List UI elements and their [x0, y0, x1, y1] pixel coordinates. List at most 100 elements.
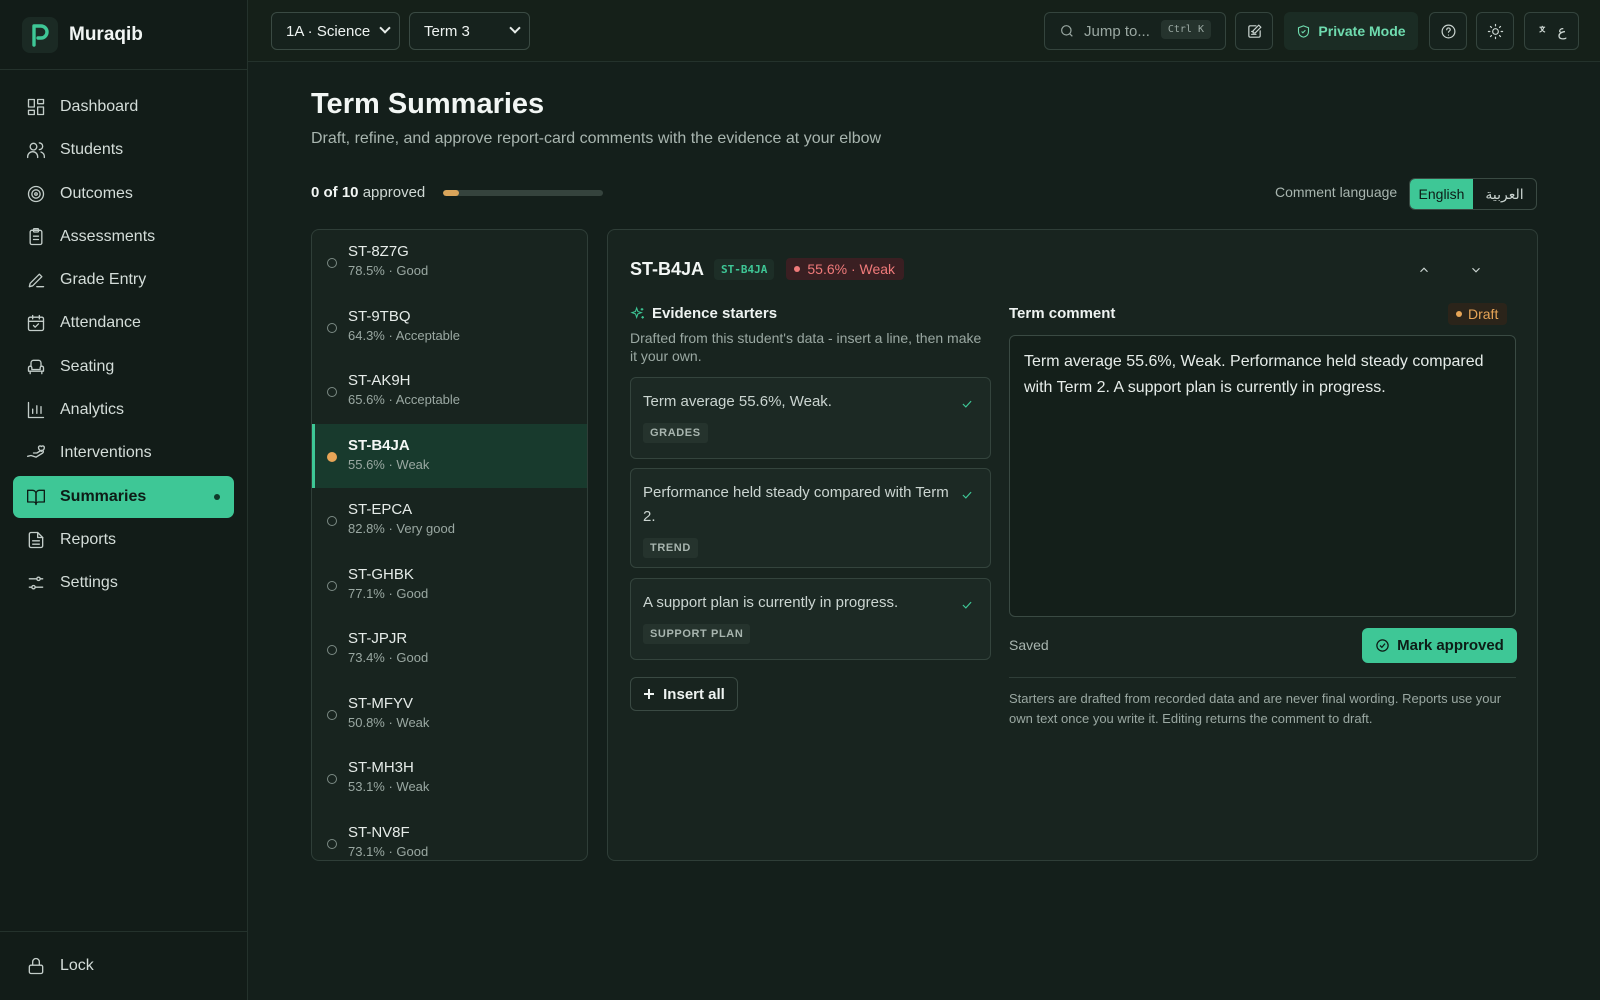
sidebar-item-label: Students: [60, 141, 124, 159]
evidence-starter-card[interactable]: Term average 55.6%, Weak. GRADES: [630, 377, 991, 459]
sidebar-item-label: Outcomes: [60, 184, 133, 202]
student-list-item[interactable]: ST-MFYV 50.8% · Weak: [312, 682, 587, 747]
student-list-item[interactable]: ST-MH3H 53.1% · Weak: [312, 746, 587, 811]
lock-label: Lock: [60, 957, 94, 974]
sidebar-item-label: Grade Entry: [60, 271, 147, 289]
sliders-icon: [28, 576, 44, 590]
check-icon[interactable]: [960, 397, 974, 411]
disclaimer-note: Starters are drafted from recorded data …: [1009, 691, 1502, 726]
sidebar: Muraqib Dashboard Students Outcomes Asse…: [0, 0, 248, 1000]
evidence-starters-heading: Evidence starters: [630, 305, 777, 322]
sidebar-item-seating[interactable]: Seating: [13, 346, 234, 388]
chevron-down-icon: [1472, 267, 1480, 273]
private-mode-toggle[interactable]: Private Mode: [1284, 12, 1418, 50]
student-list-item[interactable]: ST-8Z7G 78.5% · Good: [312, 230, 587, 295]
lock-button[interactable]: Lock: [0, 931, 248, 1000]
evidence-starter-card[interactable]: A support plan is currently in progress.…: [630, 578, 991, 660]
page-subtitle: Draft, refine, and approve report-card c…: [311, 130, 882, 147]
users-icon: [27, 142, 45, 159]
term-select[interactable]: Term 3: [409, 12, 530, 50]
sidebar-item-attendance[interactable]: Attendance: [13, 302, 234, 344]
status-indicator: [327, 451, 337, 462]
sidebar-item-label: Assessments: [60, 227, 156, 245]
sidebar-item-settings[interactable]: Settings: [13, 562, 234, 604]
pen-icon: [28, 273, 45, 288]
sidebar-item-label: Settings: [60, 574, 118, 592]
previous-student-button[interactable]: [1409, 255, 1439, 285]
status-dot: [794, 266, 801, 272]
language-option-arabic[interactable]: العربية: [1473, 179, 1536, 209]
grade-badge: 55.6% · Weak: [786, 258, 905, 280]
hand-heart-icon: [27, 445, 45, 459]
student-score: 78.5% · Good: [348, 263, 429, 278]
language-toggle-button[interactable]: ع: [1524, 12, 1579, 50]
status-indicator: [327, 838, 337, 849]
student-list-item[interactable]: ST-GHBK 77.1% · Good: [312, 553, 587, 618]
sidebar-item-label: Dashboard: [60, 98, 139, 115]
term-comment-heading: Term comment: [1009, 305, 1116, 322]
sidebar-item-interventions[interactable]: Interventions: [13, 432, 234, 474]
app-logo[interactable]: [22, 16, 58, 53]
check-circle-icon: [1376, 639, 1389, 652]
sidebar-item-grade-entry[interactable]: Grade Entry: [13, 259, 234, 301]
status-indicator: [327, 645, 337, 655]
student-id: ST-AK9H: [348, 372, 411, 389]
next-student-button[interactable]: [1461, 255, 1491, 285]
evidence-starter-card[interactable]: Performance held steady compared with Te…: [630, 468, 991, 568]
evidence-subtitle: Drafted from this student's data - inser…: [630, 330, 982, 364]
comment-language-switch: English العربية: [1409, 178, 1537, 210]
sidebar-item-reports[interactable]: Reports: [13, 519, 234, 561]
student-list-item[interactable]: ST-NV8F 73.1% · Good: [312, 811, 587, 861]
check-icon[interactable]: [960, 488, 974, 502]
main-content: Term Summaries Draft, refine, and approv…: [248, 62, 1600, 1000]
mark-approved-label: Mark approved: [1397, 637, 1504, 654]
clipboard-icon: [29, 227, 43, 246]
student-score: 64.3% · Acceptable: [348, 327, 461, 343]
term-select-value: Term 3: [424, 22, 470, 40]
note-edit-icon: [1247, 24, 1261, 38]
student-score: 65.6% · Acceptable: [348, 392, 461, 407]
chevron-up-icon: [1420, 267, 1428, 273]
page-title: Term Summaries: [311, 88, 545, 120]
student-id: ST-JPJR: [348, 630, 408, 647]
lock-icon: [28, 957, 44, 975]
language-option-english[interactable]: English: [1410, 179, 1473, 209]
chevron-down-icon: [509, 22, 521, 34]
sidebar-item-students[interactable]: Students: [13, 129, 234, 171]
sidebar-item-analytics[interactable]: Analytics: [13, 389, 234, 431]
student-list-item[interactable]: ST-EPCA 82.8% · Very good: [312, 488, 587, 553]
sidebar-item-summaries[interactable]: Summaries: [13, 475, 234, 518]
student-list-item[interactable]: ST-9TBQ 64.3% · Acceptable: [312, 295, 587, 360]
class-select[interactable]: 1A · Science: [271, 12, 400, 50]
insert-all-button[interactable]: Insert all: [630, 677, 738, 711]
mark-approved-button[interactable]: Mark approved: [1362, 628, 1517, 663]
student-score: 50.8% · Weak: [348, 714, 430, 730]
sidebar-item-assessments[interactable]: Assessments: [13, 216, 234, 258]
term-comment-textarea[interactable]: Term average 55.6%, Weak. Performance he…: [1009, 335, 1516, 617]
student-list-item[interactable]: ST-AK9H 65.6% · Acceptable: [312, 359, 587, 424]
status-indicator: [327, 516, 337, 526]
quick-note-button[interactable]: [1235, 12, 1273, 50]
check-icon[interactable]: [960, 598, 974, 612]
student-id: ST-NV8F: [348, 823, 410, 841]
jump-to-search[interactable]: Jump to... Ctrl K: [1044, 12, 1226, 50]
approval-progress-bar: [443, 190, 603, 196]
approval-count: 0 of 10 approved: [311, 184, 425, 201]
sidebar-item-dashboard[interactable]: Dashboard: [13, 86, 234, 128]
student-score: 82.8% · Very good: [348, 521, 455, 536]
evidence-title: Evidence starters: [652, 305, 778, 322]
student-id: ST-9TBQ: [348, 307, 411, 325]
divider: [1009, 677, 1516, 678]
student-list-item-selected[interactable]: ST-B4JA 55.6% · Weak: [312, 423, 587, 488]
help-button[interactable]: [1429, 12, 1467, 50]
status-indicator: [327, 709, 337, 720]
detail-student-id: ST-B4JA: [630, 258, 705, 279]
sidebar-item-outcomes[interactable]: Outcomes: [13, 173, 234, 215]
app-name: Muraqib: [69, 23, 143, 45]
theme-toggle-button[interactable]: [1476, 12, 1514, 50]
starter-tag: SUPPORT PLAN: [643, 624, 751, 644]
topbar: 1A · Science Term 3 Jump to... Ctrl K Pr…: [248, 0, 1600, 62]
student-list-item[interactable]: ST-JPJR 73.4% · Good: [312, 617, 587, 682]
sidebar-item-label: Interventions: [60, 444, 152, 462]
detail-header: ST-B4JA ST-B4JA 55.6% · Weak: [630, 258, 905, 280]
